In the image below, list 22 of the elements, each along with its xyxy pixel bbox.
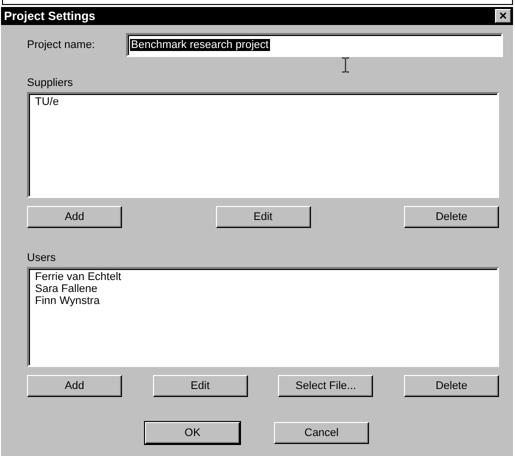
dialog-button[interactable]: Delete bbox=[404, 375, 499, 397]
cancel-button[interactable]: Cancel bbox=[274, 422, 369, 444]
list-item[interactable]: Ferrie van Echtelt bbox=[35, 271, 122, 283]
dialog-button[interactable]: Add bbox=[27, 375, 122, 397]
close-button[interactable]: × bbox=[495, 9, 511, 23]
list-item[interactable]: Finn Wynstra bbox=[35, 295, 100, 307]
text-cursor-icon bbox=[341, 57, 350, 73]
list-item[interactable]: TU/e bbox=[35, 96, 59, 108]
dialog-button[interactable]: Edit bbox=[152, 375, 248, 397]
field-value: Benchmark research project bbox=[130, 39, 270, 51]
field-label: Project name: bbox=[27, 39, 96, 51]
dialog-button[interactable]: Delete bbox=[404, 206, 499, 228]
dialog-button[interactable]: Edit bbox=[216, 206, 310, 228]
users-list[interactable]: Ferrie van Echtelt Sara Fallene Finn Wynstra bbox=[27, 267, 499, 367]
dialog-button[interactable]: Select File... bbox=[278, 375, 374, 397]
suppliers-list[interactable]: TU/e bbox=[27, 92, 499, 198]
section-label: Users bbox=[27, 252, 56, 264]
ok-button[interactable]: OK bbox=[145, 422, 240, 444]
list-item[interactable]: Sara Fallene bbox=[35, 283, 98, 295]
dialog-button[interactable]: Add bbox=[27, 206, 122, 228]
window-title: Project Settings bbox=[4, 9, 96, 23]
section-label: Suppliers bbox=[27, 77, 73, 89]
